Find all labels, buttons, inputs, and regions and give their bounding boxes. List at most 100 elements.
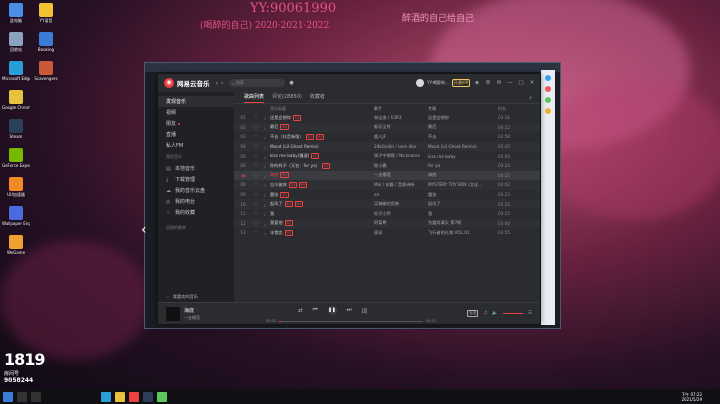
like-icon[interactable]: ♡: [252, 125, 260, 130]
download-icon[interactable]: ⤓: [260, 211, 270, 216]
user-name[interactable]: YY:喝醉的...: [427, 80, 449, 86]
desktop-icon[interactable]: Scavengers: [32, 61, 60, 81]
browser-titlebar[interactable]: [145, 63, 560, 72]
download-icon[interactable]: ⤓: [260, 115, 270, 120]
forward-arrow-icon[interactable]: ›: [221, 80, 223, 87]
download-icon[interactable]: ⤓: [260, 202, 270, 207]
song-artist[interactable]: 买辣椒也用券: [374, 201, 428, 207]
like-icon[interactable]: ♡: [252, 221, 260, 226]
download-icon[interactable]: ⤓: [260, 230, 270, 235]
toolbar-dot-icon[interactable]: [545, 75, 551, 81]
like-icon[interactable]: ♡: [252, 202, 260, 207]
like-icon[interactable]: ♡: [252, 173, 260, 178]
like-icon[interactable]: ♡: [252, 192, 260, 197]
lyrics-icon[interactable]: 词: [362, 307, 368, 315]
like-icon[interactable]: ♡: [252, 230, 260, 235]
shuffle-icon[interactable]: ⇄: [298, 308, 303, 314]
taskview-icon[interactable]: [31, 391, 41, 402]
like-icon[interactable]: ♡: [252, 163, 260, 168]
sidebar-my-item[interactable]: ◎ 我的电台: [158, 196, 234, 207]
table-row[interactable]: 05 ♡ ⤓ kiss me baby(慢速) SQ 周子宇嗯嗯 / Nickname ki…: [234, 151, 540, 161]
sidebar-my-item[interactable]: ☁ 我的音乐云盘: [158, 185, 234, 196]
song-album[interactable]: for ya: [428, 163, 498, 168]
col-title[interactable]: 音乐标题: [270, 106, 374, 112]
table-row[interactable]: 11 ♡ ⤓ 我旺仔小乔我 03:12: [234, 209, 540, 219]
song-album[interactable]: 起风了: [428, 201, 498, 207]
settings-icon[interactable]: ⚙: [484, 80, 492, 86]
col-artist[interactable]: 歌手: [374, 106, 428, 112]
previous-icon[interactable]: ⏮: [313, 307, 318, 314]
volume-slider[interactable]: [502, 313, 523, 314]
sidebar-item[interactable]: 视频: [158, 107, 234, 118]
table-row[interactable]: 09 ♡ ⤓ 嚣张 SQ en 嚣张 03:23: [234, 190, 540, 200]
mail-icon[interactable]: ✉: [495, 80, 503, 86]
close-icon[interactable]: ✕: [528, 80, 536, 86]
song-album[interactable]: 嚣张: [428, 192, 498, 198]
desktop-icon[interactable]: YY语音: [32, 3, 60, 23]
chevron-left-icon[interactable]: ‹: [141, 222, 147, 238]
song-artist[interactable]: 鹿人JF: [374, 134, 428, 140]
sidebar-footer[interactable]: ♡ 我喜欢的音乐: [158, 292, 234, 302]
sidebar-my-item[interactable]: ▤ 本地音乐: [158, 163, 234, 174]
minimize-icon[interactable]: —: [506, 80, 514, 86]
sidebar-my-item[interactable]: ☆ 我的收藏: [158, 207, 234, 218]
desktop-icon[interactable]: Microsoft Edge: [2, 61, 30, 81]
desktop-icon[interactable]: Booking: [32, 32, 60, 52]
song-album[interactable]: 我: [428, 211, 498, 217]
album-cover[interactable]: [166, 306, 180, 321]
download-icon[interactable]: ⤓: [260, 163, 270, 168]
maximize-icon[interactable]: □: [517, 80, 525, 86]
sidebar-item[interactable]: 直播: [158, 129, 234, 140]
sidebar-item[interactable]: 朋友: [158, 118, 234, 129]
table-row[interactable]: 04 ♡ ⤓ Mood (Lil Ghost Remix) 24kGoldn / ian…: [234, 141, 540, 152]
next-icon[interactable]: ⏭: [347, 307, 352, 314]
playlist-icon[interactable]: ☰: [528, 311, 532, 316]
desktop-icon[interactable]: Steam: [2, 119, 30, 139]
now-playing-title[interactable]: 海底: [184, 307, 200, 314]
clock[interactable]: 下午 07:22 2021/5/29: [681, 392, 702, 402]
desktop-icon[interactable]: Google Chrome: [2, 90, 30, 110]
download-icon[interactable]: ⤓: [260, 173, 270, 178]
song-artist[interactable]: 林达浪 / h3R3: [374, 115, 428, 121]
vip-button[interactable]: 开通VIP: [451, 79, 470, 87]
song-artist[interactable]: 新乐尘符: [374, 124, 428, 130]
progress-bar[interactable]: 00:02 04:15: [266, 319, 436, 323]
avatar[interactable]: [416, 79, 425, 87]
sidebar-item[interactable]: 发现音乐: [158, 96, 234, 107]
song-album[interactable]: kiss me baby: [428, 154, 498, 159]
tab[interactable]: 歌曲列表: [244, 93, 265, 103]
download-icon[interactable]: ⤓: [260, 221, 270, 226]
download-icon[interactable]: ⤓: [260, 154, 270, 159]
song-artist[interactable]: 旺仔小乔: [374, 211, 428, 217]
toolbar-dot-icon[interactable]: [545, 86, 551, 92]
back-arrow-icon[interactable]: ‹: [216, 80, 218, 87]
song-album[interactable]: Mood (Lil Ghost Remix): [428, 144, 498, 149]
download-icon[interactable]: ⤓: [260, 125, 270, 130]
like-icon[interactable]: ♡: [252, 211, 260, 216]
microphone-icon[interactable]: ●: [289, 80, 293, 86]
start-icon[interactable]: [3, 391, 13, 402]
song-artist[interactable]: 阿梨粤: [374, 220, 428, 226]
download-icon[interactable]: ⤓: [260, 144, 270, 149]
volume-icon[interactable]: 🔈: [492, 311, 498, 316]
search-input[interactable]: ⌕ 搜索: [229, 79, 286, 87]
table-row[interactable]: 01 ♡ ⤓ 还是会想你 SQ 林达浪 / h3R3 还是会想你 03:16: [234, 113, 540, 123]
edge-icon[interactable]: [101, 391, 111, 402]
table-row[interactable]: ◀ ♡ ⤓ 海底 SQ 一支榴莲 海底 04:15: [234, 170, 540, 181]
song-artist[interactable]: 24kGoldn / iann dior: [374, 144, 428, 149]
desktop-icon[interactable]: UU加速器: [2, 177, 30, 197]
like-icon[interactable]: ♡: [252, 154, 260, 159]
quality-button[interactable]: 标准: [467, 310, 479, 317]
tab[interactable]: 收藏者: [310, 93, 325, 103]
col-time[interactable]: 时长: [498, 106, 522, 112]
song-album[interactable]: 飞行者的礼物 VOL.01: [428, 230, 498, 236]
col-album[interactable]: 专辑: [428, 106, 498, 112]
now-playing-artist[interactable]: 一支榴莲: [184, 315, 200, 321]
download-icon[interactable]: ⤓: [260, 192, 270, 197]
steam-task-icon[interactable]: [143, 391, 153, 402]
desktop-icon[interactable]: Wallpaper Engine: [2, 206, 30, 226]
music-app-task-icon[interactable]: [129, 391, 139, 402]
chrome-task-icon[interactable]: [157, 391, 167, 402]
like-icon[interactable]: ♡: [252, 144, 260, 149]
table-row[interactable]: 10 ♡ ⤓ 起风了 SQ MV 买辣椒也用券 起风了 05:25: [234, 199, 540, 209]
